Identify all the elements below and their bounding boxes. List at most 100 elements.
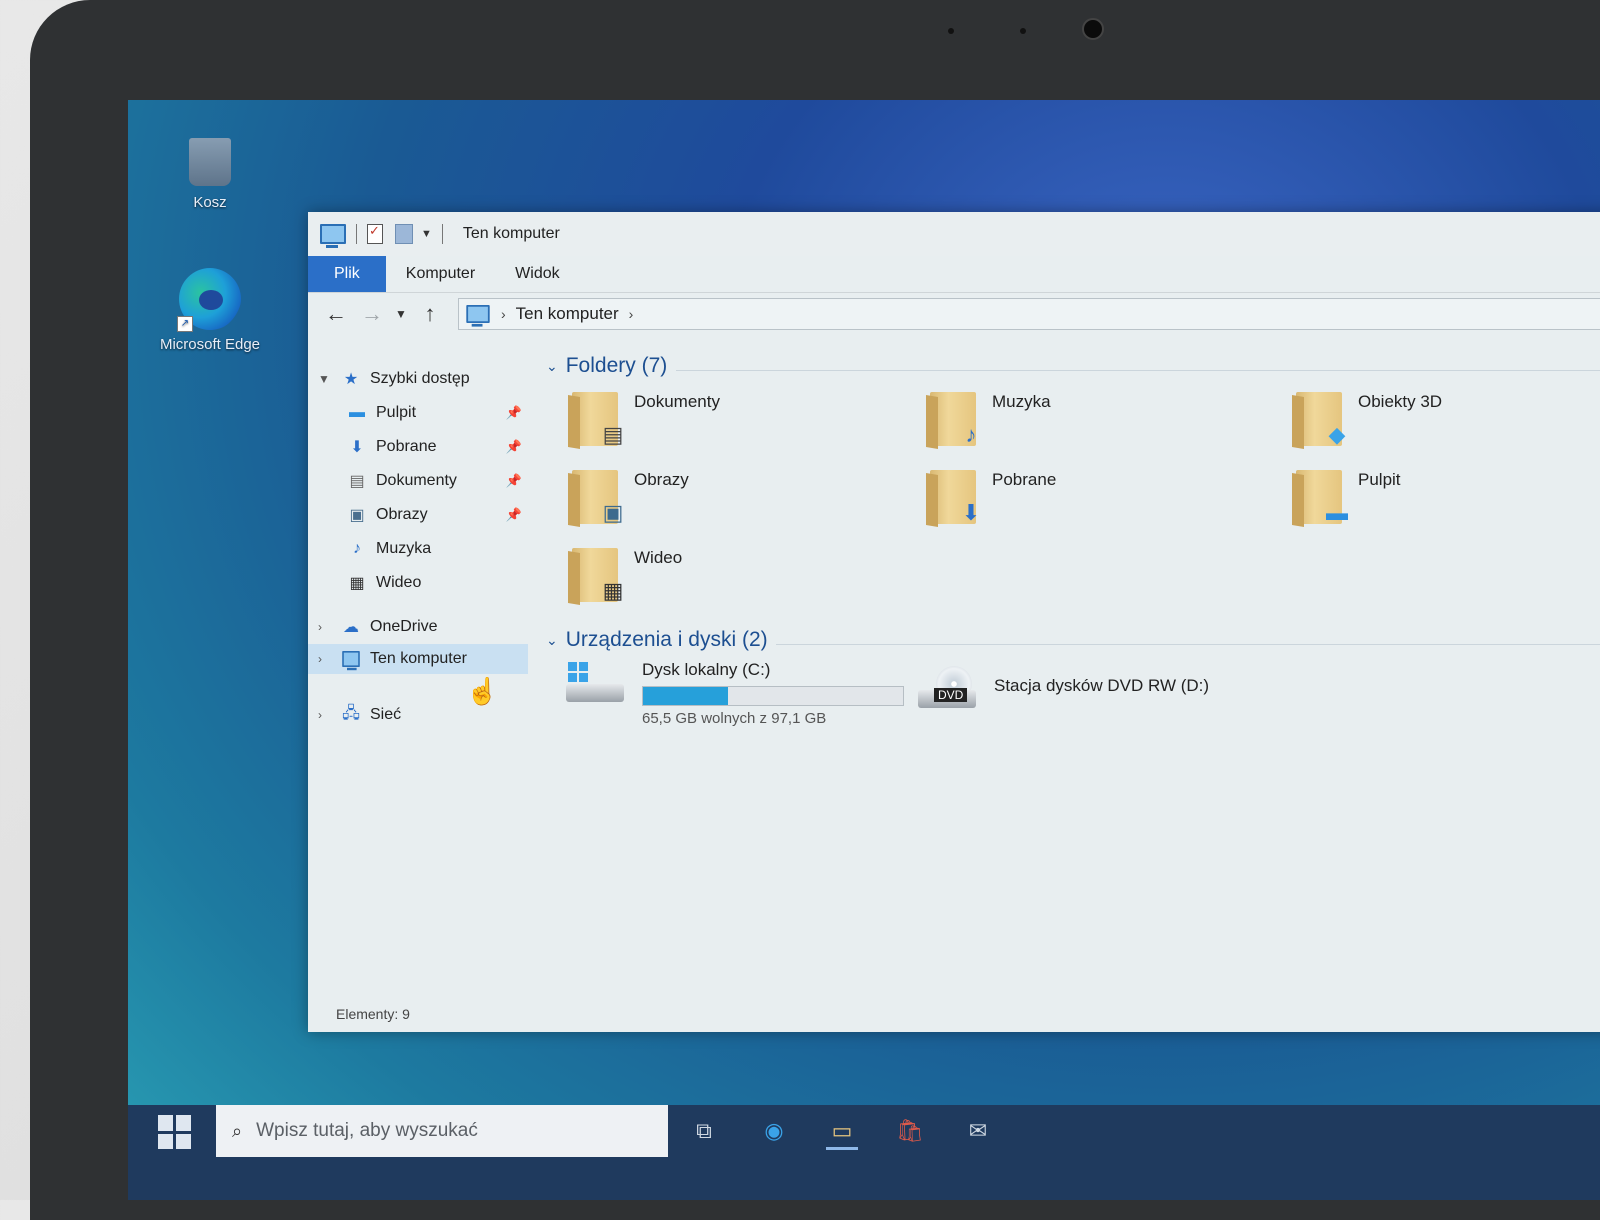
address-bar[interactable]: › Ten komputer › ▼: [458, 298, 1600, 330]
store-taskbar-icon[interactable]: 🛍: [894, 1115, 926, 1147]
tile-label: Pobrane: [992, 470, 1057, 489]
nav-item-quick-access[interactable]: ▼ ★ Szybki dostęp: [308, 364, 528, 394]
nav-label: Pobrane: [376, 438, 437, 455]
expand-chevron-icon[interactable]: ▼: [318, 372, 334, 386]
nav-item-pobrane[interactable]: ⬇ Pobrane 📌: [308, 432, 528, 462]
pin-icon[interactable]: 📌: [506, 507, 522, 523]
breadcrumb-chevron-icon[interactable]: ›: [629, 306, 634, 322]
recent-locations-chevron-icon[interactable]: ▼: [390, 307, 412, 321]
collapse-chevron-icon[interactable]: ⌄: [546, 358, 558, 375]
start-button[interactable]: [158, 1115, 192, 1149]
folder-tile-muzyka[interactable]: ♪ Muzyka: [930, 392, 1051, 462]
nav-label: Szybki dostęp: [370, 370, 470, 387]
nav-label: Ten komputer: [370, 650, 467, 667]
tile-label: Pulpit: [1358, 470, 1401, 489]
nav-label: Dokumenty: [376, 472, 457, 489]
desktop-icon-recycle-bin[interactable]: Kosz: [150, 138, 270, 211]
window-title: Ten komputer: [462, 225, 560, 242]
computer-icon: [340, 650, 362, 671]
folder-tile-wideo[interactable]: ▦ Wideo: [572, 548, 682, 618]
nav-item-pulpit[interactable]: ▬ Pulpit 📌: [308, 398, 528, 428]
task-view-icon[interactable]: ⧉: [688, 1115, 720, 1147]
desktop-icon-label: Microsoft Edge: [159, 336, 261, 353]
content-pane: ⌄ Foldery (7) ▤ Dokumenty ♪ Muzyka ◆ Obi…: [536, 344, 1600, 992]
nav-label: Pulpit: [376, 404, 417, 421]
expand-chevron-icon[interactable]: ›: [318, 620, 334, 634]
document-icon: ▤: [349, 473, 365, 490]
desktop-icon-edge[interactable]: ↗ Microsoft Edge: [150, 268, 270, 353]
pin-icon[interactable]: 📌: [506, 439, 522, 455]
tile-label: Dokumenty: [634, 392, 720, 411]
properties-icon[interactable]: [367, 223, 383, 244]
navigation-pane: ▼ ★ Szybki dostęp ▬ Pulpit 📌 ⬇ Pobrane 📌…: [308, 344, 528, 992]
nav-label: Obrazy: [376, 506, 428, 523]
drive-usage-fill: [643, 687, 728, 705]
drive-tile-d[interactable]: DVD Stacja dysków DVD RW (D:): [918, 666, 1209, 736]
folder-tile-obiekty-3d[interactable]: ◆ Obiekty 3D: [1296, 392, 1442, 462]
nav-item-onedrive[interactable]: › ☁ OneDrive: [308, 612, 528, 642]
videos-folder-icon: ▦: [572, 548, 623, 603]
folder-tile-obrazy[interactable]: ▣ Obrazy: [572, 470, 689, 540]
picture-icon: ▣: [349, 507, 365, 524]
status-bar: Elementy: 9: [308, 996, 1600, 1032]
group-header-devices[interactable]: ⌄ Urządzenia i dyski (2): [546, 628, 768, 652]
drive-free-space: 65,5 GB wolnych z 97,1 GB: [642, 710, 827, 727]
nav-item-this-pc[interactable]: › Ten komputer: [308, 644, 528, 674]
breadcrumb-this-pc[interactable]: Ten komputer: [516, 304, 619, 324]
back-arrow-icon[interactable]: ←: [318, 301, 354, 327]
nav-item-obrazy[interactable]: ▣ Obrazy 📌: [308, 500, 528, 530]
expand-chevron-icon[interactable]: ›: [318, 708, 334, 722]
3d-objects-folder-icon: ◆: [1296, 392, 1345, 447]
pin-icon[interactable]: 📌: [506, 405, 522, 421]
title-bar: ▼ Ten komputer: [308, 212, 1600, 256]
folder-tile-pobrane[interactable]: ⬇ Pobrane: [930, 470, 1056, 540]
nav-label: Wideo: [376, 574, 422, 591]
nav-item-muzyka[interactable]: ♪ Muzyka: [308, 534, 528, 564]
tile-label: Obrazy: [634, 470, 689, 489]
group-title: Urządzenia i dyski (2): [565, 628, 768, 651]
file-explorer-taskbar-icon[interactable]: ▭: [826, 1115, 858, 1150]
collapse-chevron-icon[interactable]: ⌄: [546, 632, 558, 649]
forward-arrow-icon[interactable]: →: [354, 301, 390, 327]
dvd-drive-icon: DVD: [918, 666, 978, 712]
file-explorer-window: ▼ Ten komputer Plik Komputer Widok ← → ▼…: [308, 212, 1600, 1032]
nav-item-wideo[interactable]: ▦ Wideo: [308, 568, 528, 598]
mail-taskbar-icon[interactable]: ✉: [962, 1115, 994, 1147]
nav-label: Sieć: [370, 706, 402, 723]
up-arrow-icon[interactable]: ↑: [412, 301, 448, 327]
folder-tile-dokumenty[interactable]: ▤ Dokumenty: [572, 392, 720, 462]
tab-widok[interactable]: Widok: [495, 256, 579, 292]
local-disk-icon: [566, 660, 626, 706]
download-arrow-icon: ⬇: [350, 439, 364, 456]
desktop-icon: ▬: [349, 404, 365, 421]
computer-icon: [320, 224, 346, 248]
folder-tile-pulpit[interactable]: ▬ Pulpit: [1296, 470, 1401, 540]
drive-name: Stacja dysków DVD RW (D:): [994, 676, 1210, 695]
quick-access-toolbar: ▼: [320, 223, 453, 248]
sensor-dot: [1020, 28, 1026, 34]
tab-komputer[interactable]: Komputer: [386, 256, 495, 292]
taskbar-search-box[interactable]: ⌕ Wpisz tutaj, aby wyszukać: [216, 1105, 668, 1157]
downloads-folder-icon: ⬇: [930, 470, 980, 525]
edge-icon: ↗: [177, 268, 241, 332]
tile-label: Wideo: [634, 548, 683, 567]
nav-item-dokumenty[interactable]: ▤ Dokumenty 📌: [308, 466, 528, 496]
pin-icon[interactable]: 📌: [506, 473, 522, 489]
tile-label: Obiekty 3D: [1358, 392, 1443, 411]
drive-usage-bar: [642, 686, 904, 706]
windows-logo-icon: [568, 662, 588, 682]
pictures-folder-icon: ▣: [572, 470, 623, 525]
ribbon-tabs: Plik Komputer Widok: [308, 256, 1600, 293]
customize-toolbar-chevron-icon[interactable]: ▼: [421, 228, 432, 240]
cloud-icon: ☁: [343, 619, 359, 636]
shortcut-arrow-icon: ↗: [177, 316, 193, 332]
expand-chevron-icon[interactable]: ›: [318, 652, 334, 666]
network-icon: 🖧: [342, 704, 360, 722]
new-folder-icon[interactable]: [395, 224, 413, 244]
group-header-folders[interactable]: ⌄ Foldery (7): [546, 354, 667, 378]
edge-taskbar-icon[interactable]: ◉: [758, 1115, 790, 1147]
tab-plik[interactable]: Plik: [308, 256, 386, 292]
breadcrumb-chevron-icon[interactable]: ›: [501, 306, 506, 322]
drive-tile-c[interactable]: Dysk lokalny (C:) 65,5 GB wolnych z 97,1…: [566, 660, 904, 740]
documents-folder-icon: ▤: [572, 392, 623, 447]
